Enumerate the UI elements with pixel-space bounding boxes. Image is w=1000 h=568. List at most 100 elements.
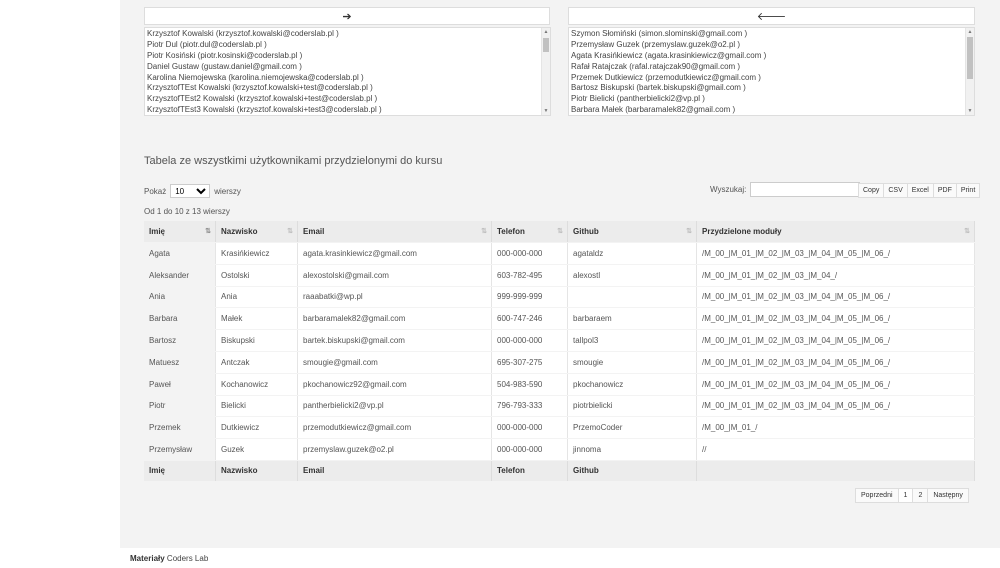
- page-2-button[interactable]: 2: [912, 488, 929, 503]
- scroll-down-icon[interactable]: ▼: [542, 107, 550, 115]
- next-page-button[interactable]: Następny: [927, 488, 969, 503]
- user-option[interactable]: Piotr Dul (piotr.dul@coderslab.pl ): [147, 40, 540, 51]
- table-header-row: Imię ⇅ Nazwisko ⇅ Email ⇅ Telefon ⇅ Github ⇅ …: [144, 221, 975, 242]
- column-header-last-name[interactable]: Nazwisko ⇅: [216, 221, 298, 242]
- table-footer-row: Imię Nazwisko Email Telefon Github: [144, 460, 975, 481]
- cell-modules: /M_00_|M_01_|M_02_|M_03_|M_04_|M_05_|M_0…: [697, 308, 975, 330]
- excel-button[interactable]: Excel: [906, 183, 934, 198]
- user-option[interactable]: Szymon Słomiński (simon.slominski@gmail.…: [571, 29, 964, 40]
- copy-button[interactable]: Copy: [858, 183, 885, 198]
- user-option[interactable]: Karolina Niemojewska (karolina.niemojews…: [147, 73, 540, 84]
- cell-first-name: Piotr: [144, 395, 216, 417]
- cell-first-name: Agata: [144, 243, 216, 264]
- search-input[interactable]: [750, 182, 861, 197]
- column-header-first-name[interactable]: Imię ⇅: [144, 221, 216, 242]
- user-option[interactable]: Przemysław Guzek (przemyslaw.guzek@o2.pl…: [571, 40, 964, 51]
- add-users-button[interactable]: ➔: [144, 7, 550, 25]
- cell-phone: 600-747-246: [492, 308, 568, 330]
- page-footer: Materiały Coders Lab: [0, 548, 1000, 568]
- table-row[interactable]: Aleksander Ostolski alexostolski@gmail.com…: [144, 264, 975, 286]
- arrow-left-icon: 🡐: [756, 11, 787, 23]
- search-control: Wyszukaj:: [710, 182, 861, 197]
- page-length-suffix: wierszy: [214, 186, 241, 196]
- cell-email: pantherbielicki2@vp.pl: [298, 395, 492, 417]
- scroll-thumb[interactable]: [543, 38, 549, 52]
- user-option[interactable]: Krzysztof Kowalski (krzysztof.kowalski@c…: [147, 29, 540, 40]
- table-row[interactable]: Piotr Bielicki pantherbielicki2@vp.pl 796-7…: [144, 395, 975, 417]
- footer-github: Github: [568, 460, 697, 481]
- column-header-label: Github: [573, 227, 599, 236]
- cell-phone: 000-000-000: [492, 417, 568, 439]
- user-option[interactable]: Przemek Dutkiewicz (przemodutkiewicz@gma…: [571, 73, 964, 84]
- user-option[interactable]: KrzysztofTEst Kowalski (krzysztof.kowals…: [147, 83, 540, 94]
- sort-icon: ⇅: [686, 228, 692, 235]
- scroll-thumb[interactable]: [967, 37, 973, 79]
- cell-email: barbaramalek82@gmail.com: [298, 308, 492, 330]
- users-table: Imię ⇅ Nazwisko ⇅ Email ⇅ Telefon ⇅ Github ⇅ …: [144, 220, 975, 482]
- cell-phone: 999-999-999: [492, 286, 568, 308]
- cell-github: jinnoma: [568, 439, 697, 460]
- footer-last-name: Nazwisko: [216, 460, 298, 481]
- footer-modules: [697, 460, 975, 481]
- cell-phone: 796-793-333: [492, 395, 568, 417]
- user-option[interactable]: Rafał Ratajczak (rafal.ratajczak90@gmail…: [571, 62, 964, 73]
- table-row[interactable]: Agata Krasińkiewicz agata.krasinkiewicz@gm…: [144, 243, 975, 264]
- page-1-button[interactable]: 1: [897, 488, 914, 503]
- page-length-select[interactable]: 10: [170, 184, 211, 198]
- column-header-github[interactable]: Github ⇅: [568, 221, 697, 242]
- cell-phone: 000-000-000: [492, 330, 568, 351]
- cell-github: PrzemoCoder: [568, 417, 697, 439]
- cell-github: tallpol3: [568, 330, 697, 351]
- cell-email: agata.krasinkiewicz@gmail.com: [298, 243, 492, 264]
- csv-button[interactable]: CSV: [883, 183, 908, 198]
- scroll-up-icon[interactable]: ▲: [542, 28, 550, 36]
- cell-modules: /M_00_|M_01_|M_02_|M_03_|M_04_|M_05_|M_0…: [697, 373, 975, 395]
- table-row[interactable]: Barbara Małek barbaramalek82@gmail.com 600-…: [144, 308, 975, 330]
- assigned-users-scrollbar[interactable]: ▲ ▼: [965, 28, 974, 115]
- table-row[interactable]: Paweł Kochanowicz pkochanowicz92@gmail.com…: [144, 373, 975, 395]
- user-option[interactable]: Barbara Małek (barbaramalek82@gmail.com …: [571, 105, 964, 115]
- cell-last-name: Krasińkiewicz: [216, 243, 298, 264]
- available-users-scrollbar[interactable]: ▲ ▼: [541, 28, 550, 115]
- pdf-button[interactable]: PDF: [932, 183, 957, 198]
- cell-modules: /M_00_|M_01_/: [697, 417, 975, 439]
- scroll-down-icon[interactable]: ▼: [966, 107, 974, 115]
- table-row[interactable]: Przemek Dutkiewicz przemodutkiewicz@gmail.…: [144, 417, 975, 439]
- pagination: Poprzedni 1 2 Następny: [855, 488, 969, 503]
- table-row[interactable]: Bartosz Biskupski bartek.biskupski@gmail.c…: [144, 330, 975, 351]
- cell-last-name: Ostolski: [216, 264, 298, 286]
- sort-asc-icon: ⇅: [205, 228, 211, 235]
- column-header-label: Email: [303, 227, 325, 236]
- cell-email: bartek.biskupski@gmail.com: [298, 330, 492, 351]
- user-option[interactable]: Bartosz Biskupski (bartek.biskupski@gmai…: [571, 83, 964, 94]
- table-info: Od 1 do 10 z 13 wierszy: [144, 207, 230, 216]
- column-header-modules[interactable]: Przydzielone moduły ⇅: [697, 221, 975, 242]
- remove-users-button[interactable]: 🡐: [568, 7, 975, 25]
- column-header-label: Telefon: [497, 227, 525, 236]
- user-option[interactable]: Daniel Gustaw (gustaw.daniel@gmail.com ): [147, 62, 540, 73]
- scroll-up-icon[interactable]: ▲: [966, 28, 974, 36]
- search-label: Wyszukaj:: [710, 185, 747, 194]
- table-row[interactable]: Matuesz Antczak smougie@gmail.com 695-307-2…: [144, 351, 975, 373]
- user-option[interactable]: KrzysztofTEst2 Kowalski (krzysztof.kowal…: [147, 94, 540, 105]
- column-header-label: Przydzielone moduły: [702, 227, 782, 236]
- table-row[interactable]: Ania Ania raaabatki@wp.pl 999-999-999/M_00_…: [144, 286, 975, 308]
- cell-modules: /M_00_|M_01_|M_02_|M_03_|M_04_|M_05_|M_0…: [697, 330, 975, 351]
- assigned-users-list[interactable]: Szymon Słomiński (simon.slominski@gmail.…: [568, 27, 975, 116]
- cell-first-name: Bartosz: [144, 330, 216, 351]
- column-header-email[interactable]: Email ⇅: [298, 221, 492, 242]
- cell-modules: /M_00_|M_01_|M_02_|M_03_|M_04_|M_05_|M_0…: [697, 395, 975, 417]
- user-option[interactable]: Piotr Kosiński (piotr.kosinski@coderslab…: [147, 51, 540, 62]
- user-option[interactable]: Agata Krasińkiewicz (agata.krasinkiewicz…: [571, 51, 964, 62]
- user-option[interactable]: KrzysztofTEst3 Kowalski (krzysztof.kowal…: [147, 105, 540, 115]
- previous-page-button[interactable]: Poprzedni: [855, 488, 899, 503]
- available-users-list[interactable]: Krzysztof Kowalski (krzysztof.kowalski@c…: [144, 27, 551, 116]
- section-title: Tabela ze wszystkimi użytkownikami przyd…: [144, 155, 443, 167]
- cell-phone: 000-000-000: [492, 439, 568, 460]
- print-button[interactable]: Print: [955, 183, 981, 198]
- cell-phone: 603-782-495: [492, 264, 568, 286]
- user-option[interactable]: Piotr Bielicki (pantherbielicki2@vp.pl ): [571, 94, 964, 105]
- column-header-phone[interactable]: Telefon ⇅: [492, 221, 568, 242]
- cell-first-name: Matuesz: [144, 351, 216, 373]
- table-row[interactable]: Przemysław Guzek przemyslaw.guzek@o2.pl 000…: [144, 439, 975, 460]
